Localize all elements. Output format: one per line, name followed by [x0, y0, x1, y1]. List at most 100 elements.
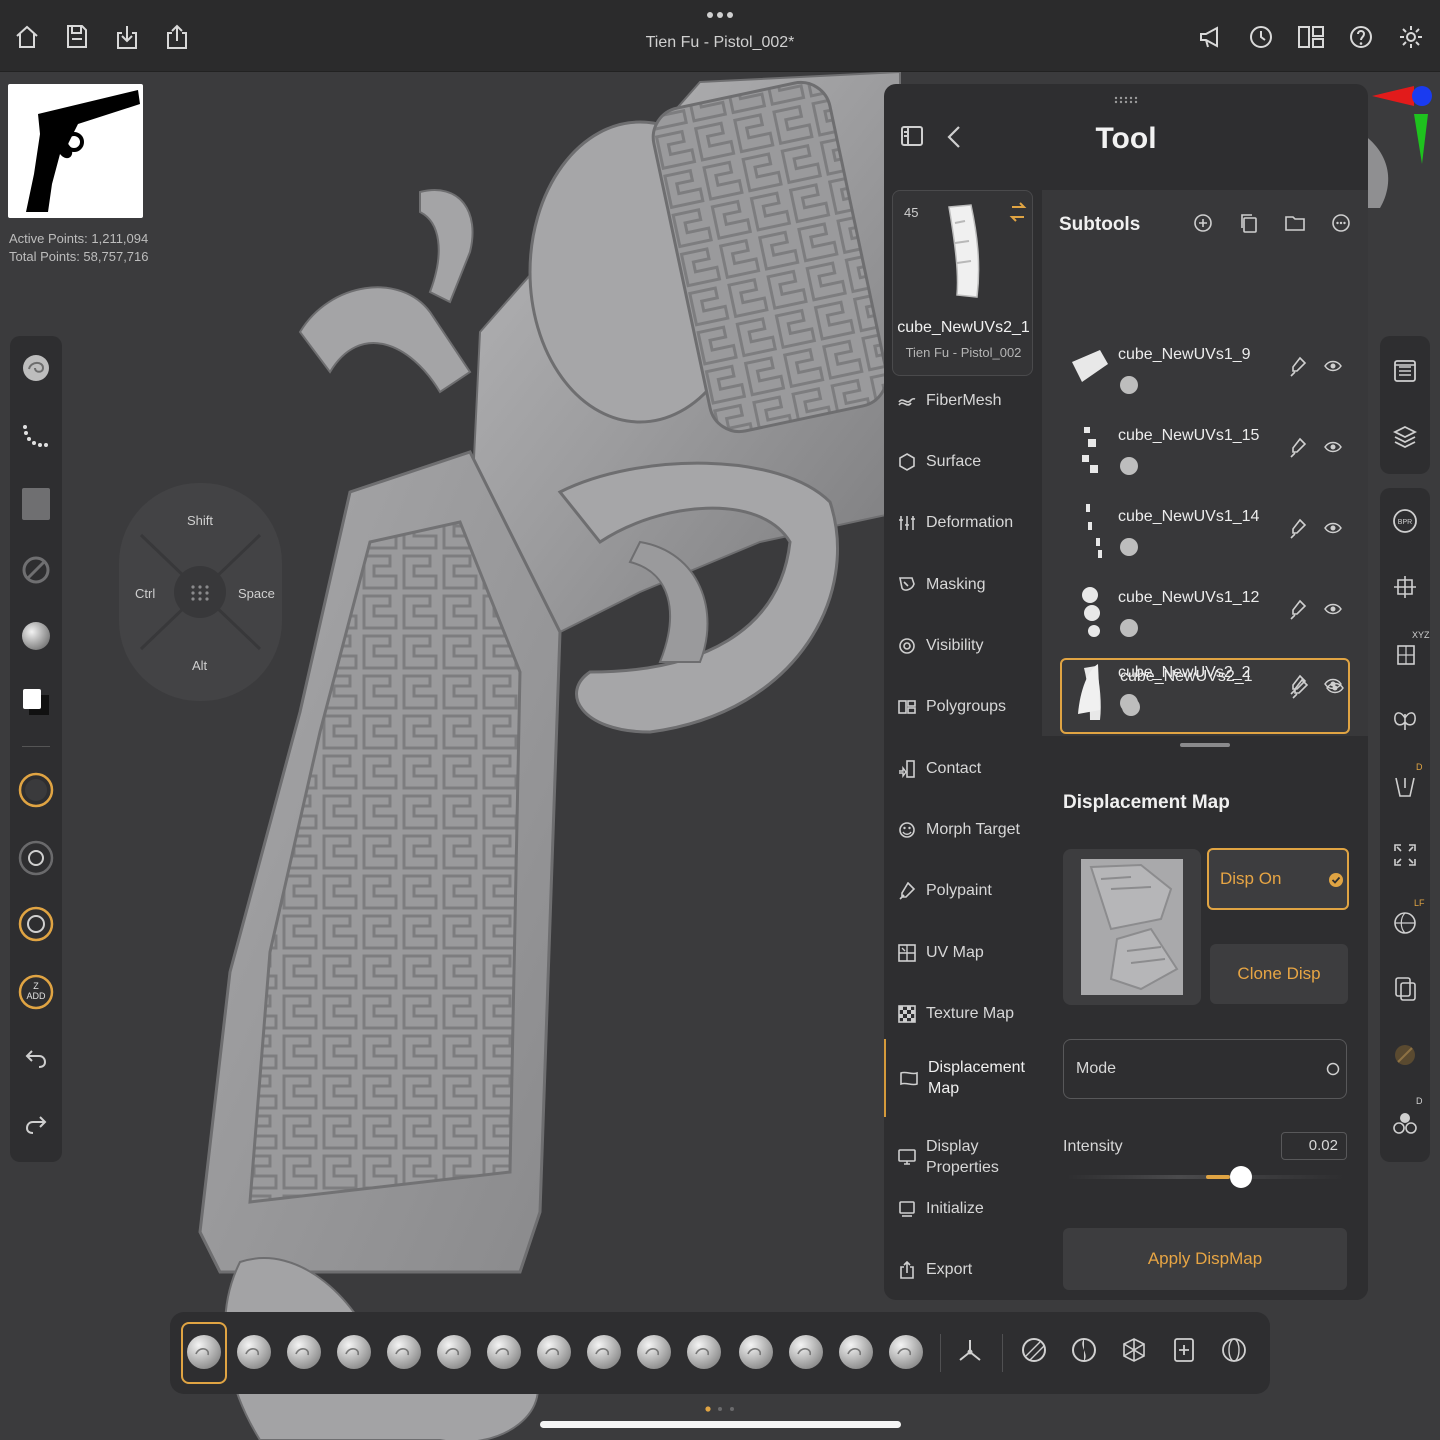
flatten-brush-icon[interactable] [634, 1332, 674, 1372]
menu-fibermesh[interactable]: FiberMesh [884, 376, 1042, 426]
eye-visibility-icon[interactable] [1324, 601, 1342, 617]
drag-handle-icon[interactable] [1114, 96, 1138, 104]
stroke-selector-icon[interactable] [18, 418, 54, 454]
clay-brush-icon[interactable] [234, 1332, 274, 1372]
subtool-row[interactable]: cube_NewUVs1_15 [1060, 417, 1350, 493]
save-icon[interactable] [60, 20, 94, 54]
menu-export[interactable]: Export [884, 1245, 1042, 1295]
symmetry-xyz-icon[interactable]: XYZ [1388, 630, 1430, 670]
paint-brush-icon[interactable] [1288, 674, 1308, 696]
draw-size-dial-icon[interactable] [18, 906, 54, 942]
gizmo-icon[interactable] [956, 1336, 984, 1364]
more-dots-icon[interactable] [706, 10, 734, 20]
focal-shift-dial-icon[interactable] [18, 840, 54, 876]
menu-initialize[interactable]: Initialize [884, 1184, 1042, 1234]
color-swatch-icon[interactable] [18, 684, 54, 720]
ghost-icon[interactable] [1388, 1038, 1422, 1072]
menu-contact[interactable]: Contact [884, 744, 1042, 794]
intensity-slider-knob[interactable] [1230, 1166, 1253, 1188]
menu-masking[interactable]: Masking [884, 560, 1042, 610]
subtool-polypaint-toggle[interactable] [1120, 538, 1138, 556]
menu-displacement-map[interactable]: Displacement Map [884, 1039, 1042, 1117]
standard-brush-icon[interactable] [184, 1332, 224, 1372]
menu-uv-map[interactable]: UV Map [884, 928, 1042, 978]
add-mesh-icon[interactable] [1170, 1336, 1198, 1364]
settings-icon[interactable] [1394, 20, 1428, 54]
intensity-value-field[interactable]: 0.02 [1281, 1132, 1347, 1160]
subtool-row[interactable]: cube_NewUVs1_14 [1060, 498, 1350, 574]
menu-surface[interactable]: Surface [884, 437, 1042, 487]
solo-mode-icon[interactable]: D [1388, 1096, 1423, 1140]
redo-icon[interactable] [18, 1106, 54, 1142]
snakehook-brush-icon[interactable] [684, 1332, 724, 1372]
paint-brush-icon[interactable] [1288, 356, 1308, 378]
folder-icon[interactable] [1284, 212, 1306, 234]
layer-brush-icon[interactable] [886, 1332, 926, 1372]
material-selector-icon[interactable] [18, 618, 54, 654]
texture-off-icon[interactable] [18, 552, 54, 588]
subtool-polypaint-toggle[interactable] [1120, 619, 1138, 637]
history-icon[interactable] [1244, 20, 1278, 54]
paint-brush-icon[interactable] [1288, 437, 1308, 459]
frame-fit-icon[interactable] [1388, 838, 1422, 872]
pinch-brush-icon[interactable] [384, 1332, 424, 1372]
menu-display-properties[interactable]: Display Properties [884, 1122, 1042, 1192]
bpr-render-icon[interactable]: BPR [1388, 504, 1422, 538]
alpha-selector-icon[interactable] [18, 486, 54, 522]
dam-standard-brush-icon[interactable] [534, 1332, 574, 1372]
trim-brush-icon[interactable] [584, 1332, 624, 1372]
shift-key[interactable]: Shift [187, 513, 213, 528]
swap-tool-icon[interactable] [1009, 201, 1027, 223]
subtool-polypaint-toggle[interactable] [1120, 694, 1138, 712]
symmetry-butterfly-icon[interactable] [1388, 704, 1422, 738]
subtool-row[interactable]: cube_NewUVs1_9 [1060, 336, 1350, 412]
paint-brush-icon[interactable] [1288, 518, 1308, 540]
brush-selector-icon[interactable] [18, 350, 54, 386]
dynamic-perspective-icon[interactable]: D [1388, 762, 1423, 804]
add-subtool-icon[interactable] [1192, 212, 1214, 234]
space-key[interactable]: Space [238, 586, 275, 601]
eye-visibility-icon[interactable] [1324, 358, 1342, 374]
menu-polypaint[interactable]: Polypaint [884, 866, 1042, 916]
announce-icon[interactable] [1194, 20, 1228, 54]
clay-buildup-brush-icon[interactable] [284, 1332, 324, 1372]
displacement-map-thumbnail[interactable] [1063, 849, 1201, 1005]
home-icon[interactable] [10, 20, 44, 54]
resize-handle[interactable] [1180, 743, 1230, 747]
import-icon[interactable] [110, 20, 144, 54]
curve-brush-icon[interactable] [836, 1332, 876, 1372]
apply-dispmap-button[interactable]: Apply DispMap [1063, 1228, 1347, 1290]
disp-on-toggle[interactable]: Disp On [1207, 848, 1349, 910]
mode-field[interactable]: Mode [1063, 1039, 1347, 1099]
move-brush-icon[interactable] [484, 1332, 524, 1372]
ctrl-key[interactable]: Ctrl [135, 586, 155, 601]
layers-icon[interactable] [1388, 420, 1422, 454]
dynamesh-icon[interactable] [1020, 1336, 1048, 1364]
clone-disp-button[interactable]: Clone Disp [1210, 944, 1348, 1004]
subtool-polypaint-toggle[interactable] [1120, 376, 1138, 394]
paint-brush-icon[interactable] [1288, 599, 1308, 621]
export-share-icon[interactable] [160, 20, 194, 54]
menu-texture-map[interactable]: Texture Map [884, 989, 1042, 1039]
planar-brush-icon[interactable] [786, 1332, 826, 1372]
undo-icon[interactable] [18, 1040, 54, 1076]
alt-key[interactable]: Alt [192, 658, 207, 673]
zremesher-icon[interactable] [1070, 1336, 1098, 1364]
floor-grid-icon[interactable] [1388, 570, 1422, 604]
subtool-polypaint-toggle[interactable] [1120, 457, 1138, 475]
mesh-cube-icon[interactable] [1120, 1336, 1148, 1364]
menu-morph-target[interactable]: Morph Target [884, 805, 1042, 855]
rgb-intensity-dial-icon[interactable] [18, 772, 54, 808]
eye-visibility-icon[interactable] [1324, 520, 1342, 536]
subtool-row[interactable]: cube_NewUVs2_2 [1060, 654, 1350, 730]
inflate-brush-icon[interactable] [334, 1332, 374, 1372]
page-indicator-dots[interactable] [704, 1405, 736, 1413]
menu-visibility[interactable]: Visibility [884, 621, 1042, 671]
help-icon[interactable] [1344, 20, 1378, 54]
home-indicator[interactable] [540, 1421, 901, 1428]
orientation-axis-gizmo[interactable] [1370, 80, 1436, 166]
tool-palette-icon[interactable] [1388, 354, 1422, 388]
eye-visibility-icon[interactable] [1324, 439, 1342, 455]
subtool-row[interactable]: cube_NewUVs1_12 [1060, 579, 1350, 655]
layout-icon[interactable] [1294, 20, 1328, 54]
